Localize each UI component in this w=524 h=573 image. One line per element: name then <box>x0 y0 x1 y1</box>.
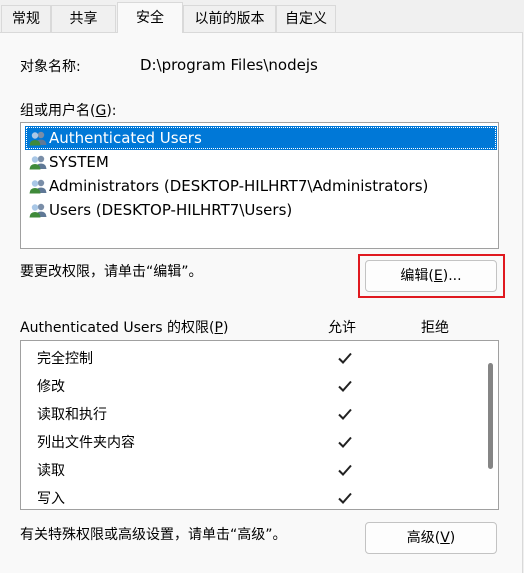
users-listbox[interactable]: Authenticated Users SYSTEM Administrator… <box>20 122 499 249</box>
tab-general-label: 常规 <box>12 11 40 27</box>
tab-customize[interactable]: 自定义 <box>276 5 336 32</box>
permission-row: 读取和执行 <box>21 400 481 428</box>
scrollbar-thumb[interactable] <box>488 363 493 469</box>
allow-column-header: 允许 <box>328 320 356 336</box>
user-group-icon <box>29 131 47 146</box>
tab-sharing-label: 共享 <box>69 11 98 27</box>
user-item-label: Administrators (DESKTOP-HILHRT7\Administ… <box>49 177 429 195</box>
tab-customize-label: 自定义 <box>285 11 327 27</box>
groups-label: 组或用户名(G): <box>20 103 117 119</box>
object-name-label: 对象名称: <box>20 59 81 75</box>
check-icon <box>338 436 352 448</box>
advanced-button[interactable]: 高级(V) <box>365 522 497 554</box>
permissions-scrollbar[interactable] <box>484 343 496 507</box>
check-icon <box>338 464 352 476</box>
check-icon <box>338 352 352 364</box>
permission-row: 读取 <box>21 456 481 484</box>
permission-name: 修改 <box>37 379 65 395</box>
user-item-authenticated-users[interactable]: Authenticated Users <box>25 126 497 150</box>
user-item-administrators[interactable]: Administrators (DESKTOP-HILHRT7\Administ… <box>25 174 497 198</box>
tab-previous-versions[interactable]: 以前的版本 <box>183 5 276 32</box>
user-group-icon <box>29 203 47 218</box>
tab-previous-versions-label: 以前的版本 <box>194 11 265 27</box>
permission-row: 列出文件夹内容 <box>21 428 481 456</box>
tab-security[interactable]: 安全 <box>117 2 183 33</box>
permission-name: 读取 <box>37 463 65 479</box>
tab-strip: 常规 共享 安全 以前的版本 自定义 <box>0 0 524 33</box>
permission-row: 修改 <box>21 372 481 400</box>
check-icon <box>338 492 352 504</box>
edit-hint: 要更改权限，请单击“编辑”。 <box>20 264 203 280</box>
user-item-system[interactable]: SYSTEM <box>25 150 497 174</box>
deny-column-header: 拒绝 <box>421 320 449 336</box>
permissions-list: 完全控制 修改 读取和执行 列出文件夹内容 读取 写入 <box>20 340 499 510</box>
check-icon <box>338 408 352 420</box>
permission-name: 写入 <box>37 491 65 507</box>
edit-button[interactable]: 编辑(E)... <box>365 260 497 292</box>
tab-security-label: 安全 <box>136 10 164 26</box>
permission-name: 读取和执行 <box>37 407 107 423</box>
permission-row: 完全控制 <box>21 344 481 372</box>
user-group-icon <box>29 155 47 170</box>
tab-general[interactable]: 常规 <box>1 5 51 32</box>
permission-name: 完全控制 <box>37 351 93 367</box>
user-item-label: Users (DESKTOP-HILHRT7\Users) <box>49 201 293 219</box>
user-group-icon <box>29 179 47 194</box>
advanced-hint: 有关特殊权限或高级设置，请单击“高级”。 <box>20 527 287 543</box>
user-item-label: Authenticated Users <box>49 129 202 147</box>
permission-row: 写入 <box>21 484 481 509</box>
permissions-title: Authenticated Users 的权限(P) <box>20 320 229 336</box>
user-item-label: SYSTEM <box>49 153 109 171</box>
permission-name: 列出文件夹内容 <box>37 435 135 451</box>
object-name-value: D:\program Files\nodejs <box>140 56 318 74</box>
user-item-users[interactable]: Users (DESKTOP-HILHRT7\Users) <box>25 198 497 222</box>
check-icon <box>338 380 352 392</box>
tab-sharing[interactable]: 共享 <box>51 5 116 32</box>
